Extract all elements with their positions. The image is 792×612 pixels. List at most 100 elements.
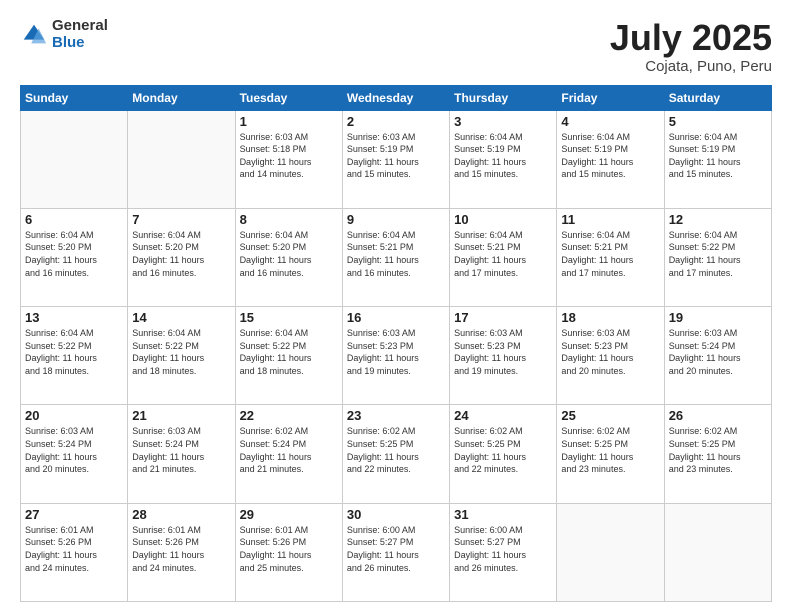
day-number: 25 [561, 408, 659, 423]
day-number: 10 [454, 212, 552, 227]
day-number: 29 [240, 507, 338, 522]
col-header-thursday: Thursday [450, 85, 557, 110]
day-info: Sunrise: 6:04 AM Sunset: 5:22 PM Dayligh… [25, 327, 123, 377]
day-info: Sunrise: 6:00 AM Sunset: 5:27 PM Dayligh… [347, 524, 445, 574]
calendar-cell [664, 503, 771, 601]
calendar-cell: 15Sunrise: 6:04 AM Sunset: 5:22 PM Dayli… [235, 307, 342, 405]
day-info: Sunrise: 6:04 AM Sunset: 5:21 PM Dayligh… [454, 229, 552, 279]
day-number: 27 [25, 507, 123, 522]
calendar-cell [128, 110, 235, 208]
day-info: Sunrise: 6:04 AM Sunset: 5:19 PM Dayligh… [669, 131, 767, 181]
col-header-wednesday: Wednesday [342, 85, 449, 110]
day-info: Sunrise: 6:04 AM Sunset: 5:19 PM Dayligh… [561, 131, 659, 181]
title-month: July 2025 [610, 18, 772, 58]
col-header-monday: Monday [128, 85, 235, 110]
col-header-sunday: Sunday [21, 85, 128, 110]
title-location: Cojata, Puno, Peru [610, 58, 772, 75]
day-number: 17 [454, 310, 552, 325]
day-info: Sunrise: 6:04 AM Sunset: 5:22 PM Dayligh… [669, 229, 767, 279]
logo-text: General Blue [52, 18, 108, 51]
day-number: 18 [561, 310, 659, 325]
day-number: 9 [347, 212, 445, 227]
day-number: 14 [132, 310, 230, 325]
calendar-cell: 17 Sunrise: 6:03 AM Sunset: 5:23 PM Dayli… [450, 307, 557, 405]
calendar-cell: 5 Sunrise: 6:04 AM Sunset: 5:19 PM Daylig… [664, 110, 771, 208]
day-info: Sunrise: 6:02 AM Sunset: 5:24 PM Dayligh… [240, 425, 338, 475]
day-info: Sunrise: 6:01 AM Sunset: 5:26 PM Dayligh… [132, 524, 230, 574]
col-header-friday: Friday [557, 85, 664, 110]
calendar-cell: 11Sunrise: 6:04 AM Sunset: 5:21 PM Dayli… [557, 208, 664, 306]
calendar-cell: 9 Sunrise: 6:04 AM Sunset: 5:21 PM Daylig… [342, 208, 449, 306]
logo-icon [20, 21, 48, 49]
logo-general: General [52, 18, 108, 35]
calendar-cell: 4 Sunrise: 6:04 AM Sunset: 5:19 PM Daylig… [557, 110, 664, 208]
day-number: 20 [25, 408, 123, 423]
calendar-cell: 19Sunrise: 6:03 AM Sunset: 5:24 PM Dayli… [664, 307, 771, 405]
day-number: 6 [25, 212, 123, 227]
calendar-cell [21, 110, 128, 208]
day-info: Sunrise: 6:02 AM Sunset: 5:25 PM Dayligh… [454, 425, 552, 475]
day-info: Sunrise: 6:04 AM Sunset: 5:19 PM Dayligh… [454, 131, 552, 181]
calendar-cell: 28 Sunrise: 6:01 AM Sunset: 5:26 PM Dayli… [128, 503, 235, 601]
day-info: Sunrise: 6:04 AM Sunset: 5:21 PM Dayligh… [347, 229, 445, 279]
day-info: Sunrise: 6:03 AM Sunset: 5:23 PM Dayligh… [347, 327, 445, 377]
day-info: Sunrise: 6:04 AM Sunset: 5:20 PM Dayligh… [25, 229, 123, 279]
calendar-cell: 21 Sunrise: 6:03 AM Sunset: 5:24 PM Dayli… [128, 405, 235, 503]
calendar-week-1: 1Sunrise: 6:03 AM Sunset: 5:18 PM Daylig… [21, 110, 772, 208]
calendar-cell: 7Sunrise: 6:04 AM Sunset: 5:20 PM Daylig… [128, 208, 235, 306]
day-number: 21 [132, 408, 230, 423]
calendar-week-5: 27 Sunrise: 6:01 AM Sunset: 5:26 PM Dayli… [21, 503, 772, 601]
day-number: 28 [132, 507, 230, 522]
calendar-header-row: SundayMondayTuesdayWednesdayThursdayFrid… [21, 85, 772, 110]
day-number: 4 [561, 114, 659, 129]
day-number: 3 [454, 114, 552, 129]
day-number: 8 [240, 212, 338, 227]
calendar-week-4: 20 Sunrise: 6:03 AM Sunset: 5:24 PM Dayli… [21, 405, 772, 503]
day-number: 16 [347, 310, 445, 325]
page: General Blue July 2025 Cojata, Puno, Per… [0, 0, 792, 612]
day-info: Sunrise: 6:01 AM Sunset: 5:26 PM Dayligh… [240, 524, 338, 574]
calendar-cell: 12 Sunrise: 6:04 AM Sunset: 5:22 PM Dayli… [664, 208, 771, 306]
calendar-cell: 1Sunrise: 6:03 AM Sunset: 5:18 PM Daylig… [235, 110, 342, 208]
day-info: Sunrise: 6:02 AM Sunset: 5:25 PM Dayligh… [347, 425, 445, 475]
day-info: Sunrise: 6:04 AM Sunset: 5:20 PM Dayligh… [132, 229, 230, 279]
calendar-cell: 29 Sunrise: 6:01 AM Sunset: 5:26 PM Dayli… [235, 503, 342, 601]
day-number: 22 [240, 408, 338, 423]
calendar-cell: 22 Sunrise: 6:02 AM Sunset: 5:24 PM Dayli… [235, 405, 342, 503]
calendar-cell [557, 503, 664, 601]
calendar-cell: 30 Sunrise: 6:00 AM Sunset: 5:27 PM Dayli… [342, 503, 449, 601]
day-info: Sunrise: 6:04 AM Sunset: 5:22 PM Dayligh… [132, 327, 230, 377]
calendar-cell: 10 Sunrise: 6:04 AM Sunset: 5:21 PM Dayli… [450, 208, 557, 306]
day-info: Sunrise: 6:03 AM Sunset: 5:23 PM Dayligh… [454, 327, 552, 377]
calendar-cell: 20 Sunrise: 6:03 AM Sunset: 5:24 PM Dayli… [21, 405, 128, 503]
day-number: 12 [669, 212, 767, 227]
day-info: Sunrise: 6:03 AM Sunset: 5:24 PM Dayligh… [132, 425, 230, 475]
day-info: Sunrise: 6:03 AM Sunset: 5:23 PM Dayligh… [561, 327, 659, 377]
day-info: Sunrise: 6:01 AM Sunset: 5:26 PM Dayligh… [25, 524, 123, 574]
day-info: Sunrise: 6:03 AM Sunset: 5:24 PM Dayligh… [25, 425, 123, 475]
calendar-cell: 2 Sunrise: 6:03 AM Sunset: 5:19 PM Daylig… [342, 110, 449, 208]
day-info: Sunrise: 6:04 AM Sunset: 5:22 PM Dayligh… [240, 327, 338, 377]
day-info: Sunrise: 6:03 AM Sunset: 5:18 PM Dayligh… [240, 131, 338, 181]
day-number: 11 [561, 212, 659, 227]
day-number: 30 [347, 507, 445, 522]
title-block: July 2025 Cojata, Puno, Peru [610, 18, 772, 75]
calendar-cell: 26Sunrise: 6:02 AM Sunset: 5:25 PM Dayli… [664, 405, 771, 503]
col-header-saturday: Saturday [664, 85, 771, 110]
calendar-table: SundayMondayTuesdayWednesdayThursdayFrid… [20, 85, 772, 602]
day-number: 23 [347, 408, 445, 423]
day-number: 5 [669, 114, 767, 129]
header: General Blue July 2025 Cojata, Puno, Per… [20, 18, 772, 75]
calendar-cell: 6 Sunrise: 6:04 AM Sunset: 5:20 PM Daylig… [21, 208, 128, 306]
day-number: 2 [347, 114, 445, 129]
calendar-week-2: 6 Sunrise: 6:04 AM Sunset: 5:20 PM Daylig… [21, 208, 772, 306]
logo-blue-text: Blue [52, 35, 108, 52]
calendar-cell: 13Sunrise: 6:04 AM Sunset: 5:22 PM Dayli… [21, 307, 128, 405]
calendar-cell: 18 Sunrise: 6:03 AM Sunset: 5:23 PM Dayli… [557, 307, 664, 405]
day-info: Sunrise: 6:03 AM Sunset: 5:19 PM Dayligh… [347, 131, 445, 181]
logo: General Blue [20, 18, 108, 51]
day-number: 26 [669, 408, 767, 423]
day-info: Sunrise: 6:00 AM Sunset: 5:27 PM Dayligh… [454, 524, 552, 574]
day-info: Sunrise: 6:02 AM Sunset: 5:25 PM Dayligh… [561, 425, 659, 475]
calendar-cell: 23 Sunrise: 6:02 AM Sunset: 5:25 PM Dayli… [342, 405, 449, 503]
